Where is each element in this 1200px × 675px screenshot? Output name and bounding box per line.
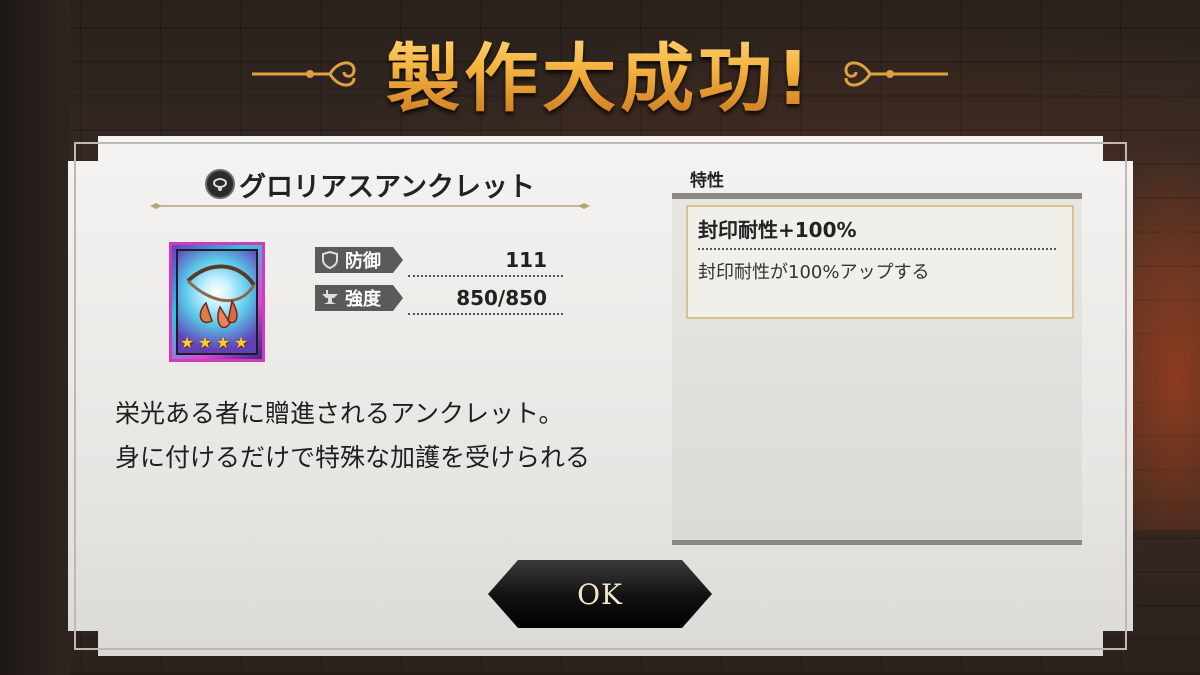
stat-defense: 防御 111 xyxy=(315,245,565,275)
item-name-header: グロリアスアンクレット xyxy=(150,162,590,206)
header-divider xyxy=(150,203,590,209)
stat-label: 強度 xyxy=(345,289,381,310)
right-ornament-icon xyxy=(844,61,948,87)
ok-button[interactable]: OK xyxy=(488,560,712,628)
ok-button-label: OK xyxy=(577,577,623,611)
stat-value: 111 xyxy=(505,248,547,272)
star-icon: ★ xyxy=(180,333,195,352)
item-image: ★ ★ ★ ★ xyxy=(176,249,258,355)
anvil-icon xyxy=(315,285,345,311)
trait-name: 封印耐性+100% xyxy=(698,218,857,242)
star-icon: ★ xyxy=(198,333,213,352)
anklet-icon xyxy=(205,169,236,199)
stat-label: 防御 xyxy=(345,251,381,272)
left-ornament-icon xyxy=(252,61,356,87)
trait-description: 封印耐性が100%アップする xyxy=(698,262,930,283)
rarity-stars: ★ ★ ★ ★ xyxy=(180,334,251,351)
item-name: グロリアスアンクレット xyxy=(239,171,535,203)
star-icon: ★ xyxy=(234,333,249,352)
title-banner: 製作大成功! xyxy=(0,22,1200,122)
stat-label-box: 防御 xyxy=(315,247,403,273)
star-icon: ★ xyxy=(216,333,231,352)
shield-icon xyxy=(315,247,345,273)
stat-durability: 強度 850/850 xyxy=(315,283,565,313)
trait-divider xyxy=(698,248,1056,250)
page-title: 製作大成功! xyxy=(360,19,840,126)
stat-divider xyxy=(408,275,563,277)
item-description: 栄光ある者に贈進されるアンクレット。 身に付けるだけで特殊な加護を受けられる xyxy=(115,399,591,472)
stat-divider xyxy=(408,313,563,315)
item-icon-frame: ★ ★ ★ ★ xyxy=(169,242,265,362)
trait-header: 特性 xyxy=(690,171,724,191)
stat-label-box: 強度 xyxy=(315,285,403,311)
stat-value: 850/850 xyxy=(456,286,547,310)
